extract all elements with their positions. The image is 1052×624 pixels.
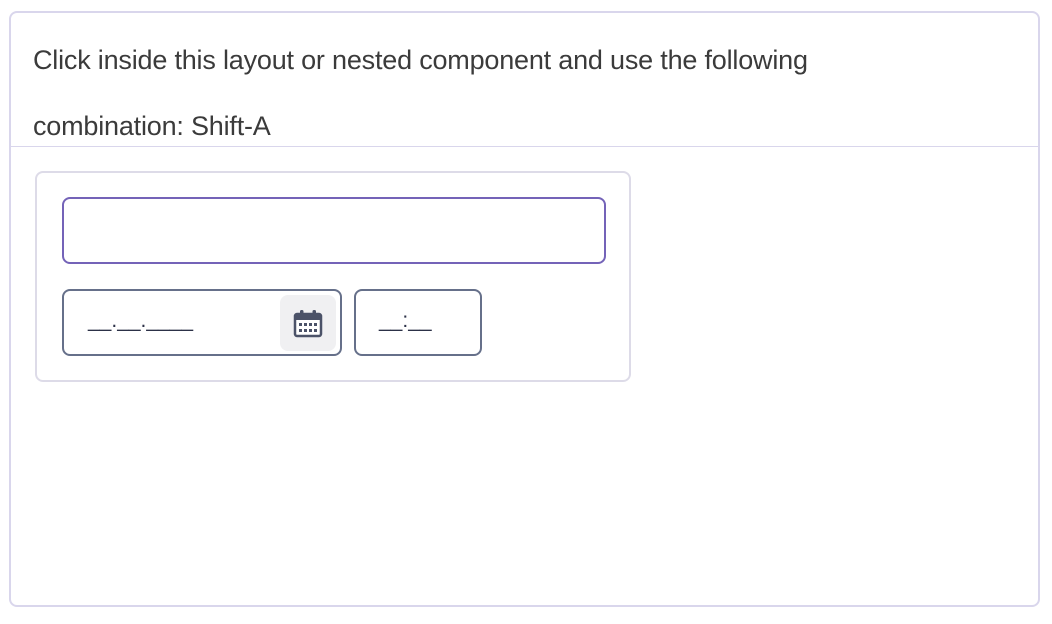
- layout-panel[interactable]: Click inside this layout or nested compo…: [9, 11, 1040, 607]
- instruction-text: Click inside this layout or nested compo…: [33, 45, 808, 141]
- date-mask: __.__.____: [88, 309, 194, 332]
- time-picker-field[interactable]: __:__: [354, 289, 482, 356]
- panel-header: Click inside this layout or nested compo…: [11, 13, 1038, 147]
- date-picker-field[interactable]: __.__.____: [62, 289, 342, 356]
- time-mask: __:__: [379, 309, 432, 332]
- calendar-button[interactable]: [280, 295, 336, 351]
- text-input[interactable]: [62, 197, 606, 264]
- calendar-icon: [293, 310, 323, 338]
- nested-component[interactable]: __.__.____ __:__: [35, 171, 631, 382]
